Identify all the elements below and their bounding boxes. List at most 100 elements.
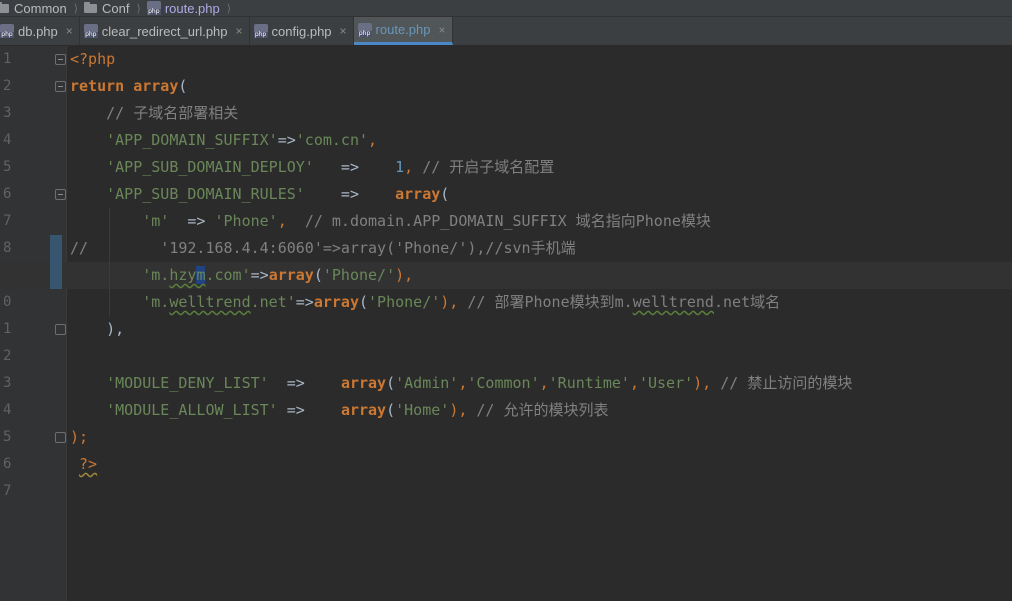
- changed-line-marker: [50, 235, 62, 262]
- code-token: // 开启子域名配置: [422, 158, 555, 176]
- code-text[interactable]: 'APP_SUB_DOMAIN_RULES' => array(: [70, 181, 449, 208]
- code-token: 'APP_DOMAIN_SUFFIX': [106, 131, 278, 149]
- code-token: array: [268, 266, 314, 284]
- breadcrumb-label: Common: [14, 0, 67, 16]
- tab-label: db.php: [18, 23, 58, 39]
- close-icon[interactable]: ×: [438, 23, 445, 37]
- code-text[interactable]: // '192.168.4.4:6060'=>array('Phone/'),/…: [70, 235, 576, 262]
- tab-db-php[interactable]: db.php ×: [0, 17, 80, 45]
- code-token: (: [178, 77, 188, 95]
- breadcrumb-item[interactable]: Conf ⟩: [84, 0, 147, 16]
- code-text[interactable]: 'MODULE_ALLOW_LIST' => array('Home'), //…: [70, 397, 609, 424]
- code-text[interactable]: ?>: [70, 451, 97, 478]
- code-line[interactable]: 'm.welltrend.net'=>array('Phone/'), // 部…: [0, 289, 1012, 316]
- code-token: 'Runtime': [548, 374, 630, 392]
- code-token: 'MODULE_ALLOW_LIST': [106, 401, 278, 419]
- code-text[interactable]: <?php: [70, 46, 115, 73]
- code-token: 'm.: [142, 293, 170, 311]
- code-token: 'm': [142, 212, 170, 230]
- code-token: ),: [395, 266, 414, 284]
- fold-open-icon[interactable]: [55, 81, 66, 92]
- code-token: return: [70, 77, 134, 95]
- tab-label: clear_redirect_url.php: [101, 23, 228, 39]
- code-token: =>: [169, 212, 215, 230]
- code-token: ?>: [79, 455, 98, 473]
- code-text[interactable]: // 子域名部署相关: [70, 100, 238, 127]
- code-token: 'Home': [395, 401, 450, 419]
- code-token: 'User': [638, 374, 694, 392]
- code-token: // 允许的模块列表: [476, 401, 609, 419]
- tab-route-php[interactable]: route.php ×: [353, 17, 453, 45]
- chevron-right-icon: ⟩: [226, 2, 232, 15]
- editor-tab-bar: db.php×clear_redirect_url.php×config.php…: [0, 17, 1012, 46]
- code-text[interactable]: 'APP_SUB_DOMAIN_DEPLOY' => 1, // 开启子域名配置: [70, 154, 554, 181]
- code-token: // 部署Phone模块到m.: [467, 293, 633, 311]
- code-text[interactable]: 'APP_DOMAIN_SUFFIX'=>'com.cn',: [70, 127, 377, 154]
- chevron-right-icon: ⟩: [136, 2, 141, 15]
- code-token: // m.domain.APP_DOMAIN_SUFFIX 域名指向Phone模…: [304, 212, 711, 230]
- code-token: ,: [539, 374, 549, 392]
- code-text[interactable]: 'm.hzym.com'=>array('Phone/'),: [70, 262, 413, 289]
- code-line[interactable]: ?>: [0, 451, 1012, 478]
- code-line[interactable]: 'MODULE_ALLOW_LIST' => array('Home'), //…: [0, 397, 1012, 424]
- code-token: 'Phone': [214, 212, 278, 230]
- code-line[interactable]: 'MODULE_DENY_LIST' => array('Admin','Com…: [0, 370, 1012, 397]
- php-file-icon: [0, 24, 14, 38]
- changed-line-marker: [50, 262, 62, 289]
- close-icon[interactable]: ×: [66, 24, 73, 38]
- code-token: array: [340, 374, 387, 392]
- code-text[interactable]: 'm' => 'Phone', // m.domain.APP_DOMAIN_S…: [70, 208, 711, 235]
- code-text[interactable]: return array(: [70, 73, 187, 100]
- code-token: <?php: [70, 50, 116, 68]
- code-token: 'APP_SUB_DOMAIN_RULES': [106, 185, 305, 203]
- code-token: ),: [693, 374, 721, 392]
- code-token: =>: [277, 401, 341, 419]
- fold-close-icon[interactable]: [55, 432, 66, 443]
- code-line[interactable]: [0, 478, 1012, 505]
- fold-open-icon[interactable]: [55, 54, 66, 65]
- close-icon[interactable]: ×: [236, 24, 243, 38]
- code-token: array: [395, 185, 441, 203]
- breadcrumb: Common ⟩ Conf ⟩ route.php ⟩: [0, 0, 1012, 17]
- code-editor[interactable]: 12345678901234567 <?phpreturn array( // …: [0, 46, 1012, 601]
- code-token: array: [133, 77, 179, 95]
- folder-icon: [0, 1, 9, 13]
- code-token: =>: [250, 266, 269, 284]
- code-line[interactable]: ),: [0, 316, 1012, 343]
- tab-config-php[interactable]: config.php ×: [250, 17, 354, 45]
- code-token: ,: [368, 131, 378, 149]
- breadcrumb-item[interactable]: route.php ⟩: [146, 0, 237, 16]
- code-text[interactable]: ),: [70, 316, 124, 343]
- code-line[interactable]: [0, 343, 1012, 370]
- code-token: // '192.168.4.4:6060'=>array('Phone/'),/…: [70, 239, 576, 257]
- code-line[interactable]: 'm.hzym.com'=>array('Phone/'),: [0, 262, 1012, 289]
- code-line[interactable]: return array(: [0, 73, 1012, 100]
- code-line[interactable]: // 子域名部署相关: [0, 100, 1012, 127]
- code-line[interactable]: 'APP_DOMAIN_SUFFIX'=>'com.cn',: [0, 127, 1012, 154]
- tab-clear-redirect-url-php[interactable]: clear_redirect_url.php ×: [80, 17, 250, 45]
- breadcrumb-item[interactable]: Common ⟩: [0, 0, 84, 16]
- code-token: // 子域名部署相关: [70, 104, 239, 122]
- code-token: ),: [449, 401, 477, 419]
- close-icon[interactable]: ×: [340, 24, 347, 38]
- code-line[interactable]: // '192.168.4.4:6060'=>array('Phone/'),/…: [0, 235, 1012, 262]
- code-text[interactable]: 'MODULE_DENY_LIST' => array('Admin','Com…: [70, 370, 852, 397]
- php-file-icon: [253, 24, 268, 38]
- fold-close-icon[interactable]: [55, 324, 66, 335]
- code-line[interactable]: 'm' => 'Phone', // m.domain.APP_DOMAIN_S…: [0, 208, 1012, 235]
- fold-open-icon[interactable]: [55, 189, 66, 200]
- chevron-right-icon: ⟩: [73, 2, 79, 15]
- code-token: array: [340, 401, 387, 419]
- code-token: 'm.: [142, 266, 170, 284]
- code-line[interactable]: 'APP_SUB_DOMAIN_DEPLOY' => 1, // 开启子域名配置: [0, 154, 1012, 181]
- code-line[interactable]: );: [0, 424, 1012, 451]
- code-line[interactable]: 'APP_SUB_DOMAIN_RULES' => array(: [0, 181, 1012, 208]
- code-line[interactable]: <?php: [0, 46, 1012, 73]
- folder-icon: [84, 1, 98, 13]
- code-text[interactable]: 'm.welltrend.net'=>array('Phone/'), // 部…: [70, 289, 780, 316]
- code-text[interactable]: );: [70, 424, 88, 451]
